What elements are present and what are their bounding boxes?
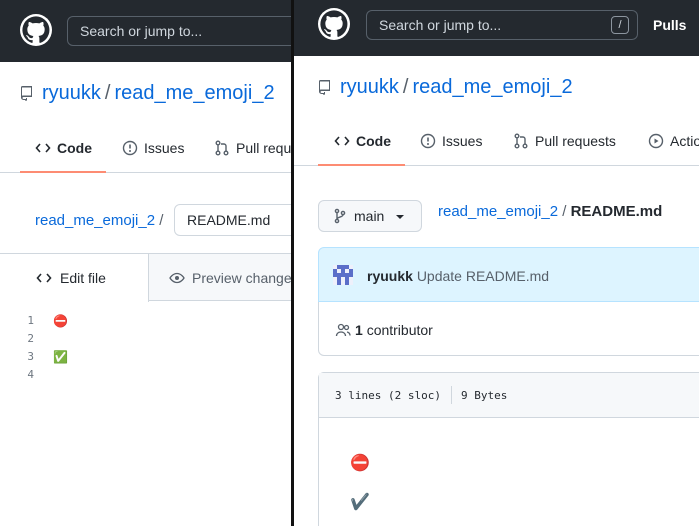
breadcrumb-separator: /	[562, 203, 567, 220]
issue-icon	[420, 122, 436, 167]
tab-pull-requests[interactable]: Pull requests	[513, 119, 616, 165]
repo-separator: /	[104, 82, 111, 104]
tab-code-label: Code	[356, 133, 391, 149]
file-size: 9 Bytes	[461, 389, 508, 402]
contributors-link[interactable]: 1 contributor	[355, 322, 433, 338]
repo-icon	[318, 78, 332, 101]
tab-edit-file[interactable]: Edit file	[0, 254, 149, 302]
contributors-box: 1 contributor	[318, 302, 699, 356]
pull-request-icon	[214, 128, 230, 174]
repo-owner-link[interactable]: ryuukk	[42, 82, 101, 104]
branch-label: main	[354, 208, 385, 224]
code-icon	[334, 122, 350, 167]
repo-tabs: Code Issues Pull requests Actions	[294, 119, 699, 166]
eye-icon	[169, 257, 185, 305]
repo-name-link[interactable]: read_me_emoji_2	[114, 82, 274, 104]
search-placeholder: Search or jump to...	[379, 17, 502, 33]
avatar[interactable]	[333, 265, 353, 290]
code-line[interactable]: 2	[0, 330, 291, 348]
line-content: ✅	[53, 350, 68, 364]
issue-icon	[122, 128, 138, 174]
file-info-divider	[451, 386, 452, 404]
branch-icon	[334, 204, 346, 234]
github-logo-icon[interactable]	[318, 8, 350, 40]
tab-pull-requests-label: Pull requests	[535, 133, 616, 149]
tab-edit-file-label: Edit file	[60, 270, 106, 286]
repo-title: ryuukk / read_me_emoji_2	[20, 82, 275, 107]
tab-issues-label: Issues	[144, 140, 185, 156]
global-header: Search or jump to...	[0, 0, 291, 62]
tab-issues[interactable]: Issues	[122, 125, 184, 172]
line-number: 1	[27, 314, 34, 327]
line-number: 2	[27, 332, 34, 345]
github-logo-icon[interactable]	[20, 14, 52, 46]
tab-preview-changes[interactable]: Preview changes	[169, 254, 291, 305]
code-line[interactable]: 3 ✅	[0, 348, 291, 366]
latest-commit-box: ryuukk Update README.md	[318, 247, 699, 302]
search-input[interactable]: Search or jump to...	[67, 16, 291, 46]
check-mark-emoji: ✔️	[350, 494, 370, 511]
people-icon	[335, 322, 351, 343]
filename-input[interactable]: README.md	[174, 204, 291, 236]
global-header: Search or jump to... / Pulls	[294, 0, 699, 56]
code-line[interactable]: 1 ⛔	[0, 312, 291, 330]
tab-pull-requests-label: Pull requests	[236, 140, 291, 156]
repo-tabs: Code Issues Pull requests	[0, 125, 291, 173]
right-window: Search or jump to... / Pulls ryuukk / read…	[294, 0, 699, 526]
line-content: ⛔	[53, 314, 68, 328]
code-line[interactable]: 4	[0, 366, 291, 384]
tab-code-label: Code	[57, 140, 92, 156]
file-line-count: 3 lines (2 sloc)	[335, 389, 441, 402]
search-input[interactable]: Search or jump to... /	[366, 10, 638, 40]
repo-separator: /	[402, 76, 409, 98]
repo-owner-link[interactable]: ryuukk	[340, 76, 399, 98]
commit-message-link[interactable]: Update README.md	[417, 268, 549, 284]
line-number: 3	[27, 350, 34, 363]
file-info-bar: 3 lines (2 sloc) 9 Bytes	[319, 373, 699, 418]
repo-name-link[interactable]: read_me_emoji_2	[412, 76, 572, 98]
breadcrumb-separator: /	[159, 212, 164, 229]
nav-pulls-link[interactable]: Pulls	[653, 17, 686, 33]
tab-actions-label: Actions	[670, 133, 699, 149]
code-icon	[36, 257, 52, 305]
search-shortcut-key: /	[611, 16, 629, 34]
tab-code[interactable]: Code	[20, 125, 106, 174]
tab-pull-requests[interactable]: Pull requests	[214, 125, 291, 172]
pull-request-icon	[513, 122, 529, 167]
repo-title: ryuukk / read_me_emoji_2	[318, 76, 573, 101]
breadcrumb-filename: README.md	[570, 203, 663, 220]
editor-tabs: Edit file Preview changes	[0, 253, 291, 302]
repo-icon	[20, 84, 34, 107]
breadcrumb: read_me_emoji_2 / README.md	[438, 203, 662, 220]
breadcrumb-repo-link[interactable]: read_me_emoji_2	[438, 203, 558, 220]
tab-issues-label: Issues	[442, 133, 483, 149]
commit-author-link[interactable]: ryuukk	[367, 268, 413, 284]
tab-issues[interactable]: Issues	[420, 119, 482, 165]
tab-actions[interactable]: Actions	[648, 119, 699, 165]
branch-select-button[interactable]: main	[318, 200, 422, 232]
line-number: 4	[27, 368, 34, 381]
play-icon	[648, 122, 664, 167]
no-entry-emoji: ⛔	[350, 455, 370, 472]
breadcrumb: read_me_emoji_2 /	[35, 212, 163, 229]
code-icon	[35, 128, 51, 174]
chevron-down-icon	[396, 215, 405, 219]
left-window: Search or jump to... ryuukk / read_me_emoj…	[0, 0, 291, 526]
contributors-label: contributor	[366, 322, 433, 338]
tab-preview-changes-label: Preview changes	[192, 270, 291, 286]
contributors-count: 1	[355, 322, 363, 338]
file-view: 3 lines (2 sloc) 9 Bytes ⛔ ✔️	[318, 372, 699, 526]
tab-code[interactable]: Code	[318, 119, 405, 167]
breadcrumb-repo-link[interactable]: read_me_emoji_2	[35, 212, 155, 229]
